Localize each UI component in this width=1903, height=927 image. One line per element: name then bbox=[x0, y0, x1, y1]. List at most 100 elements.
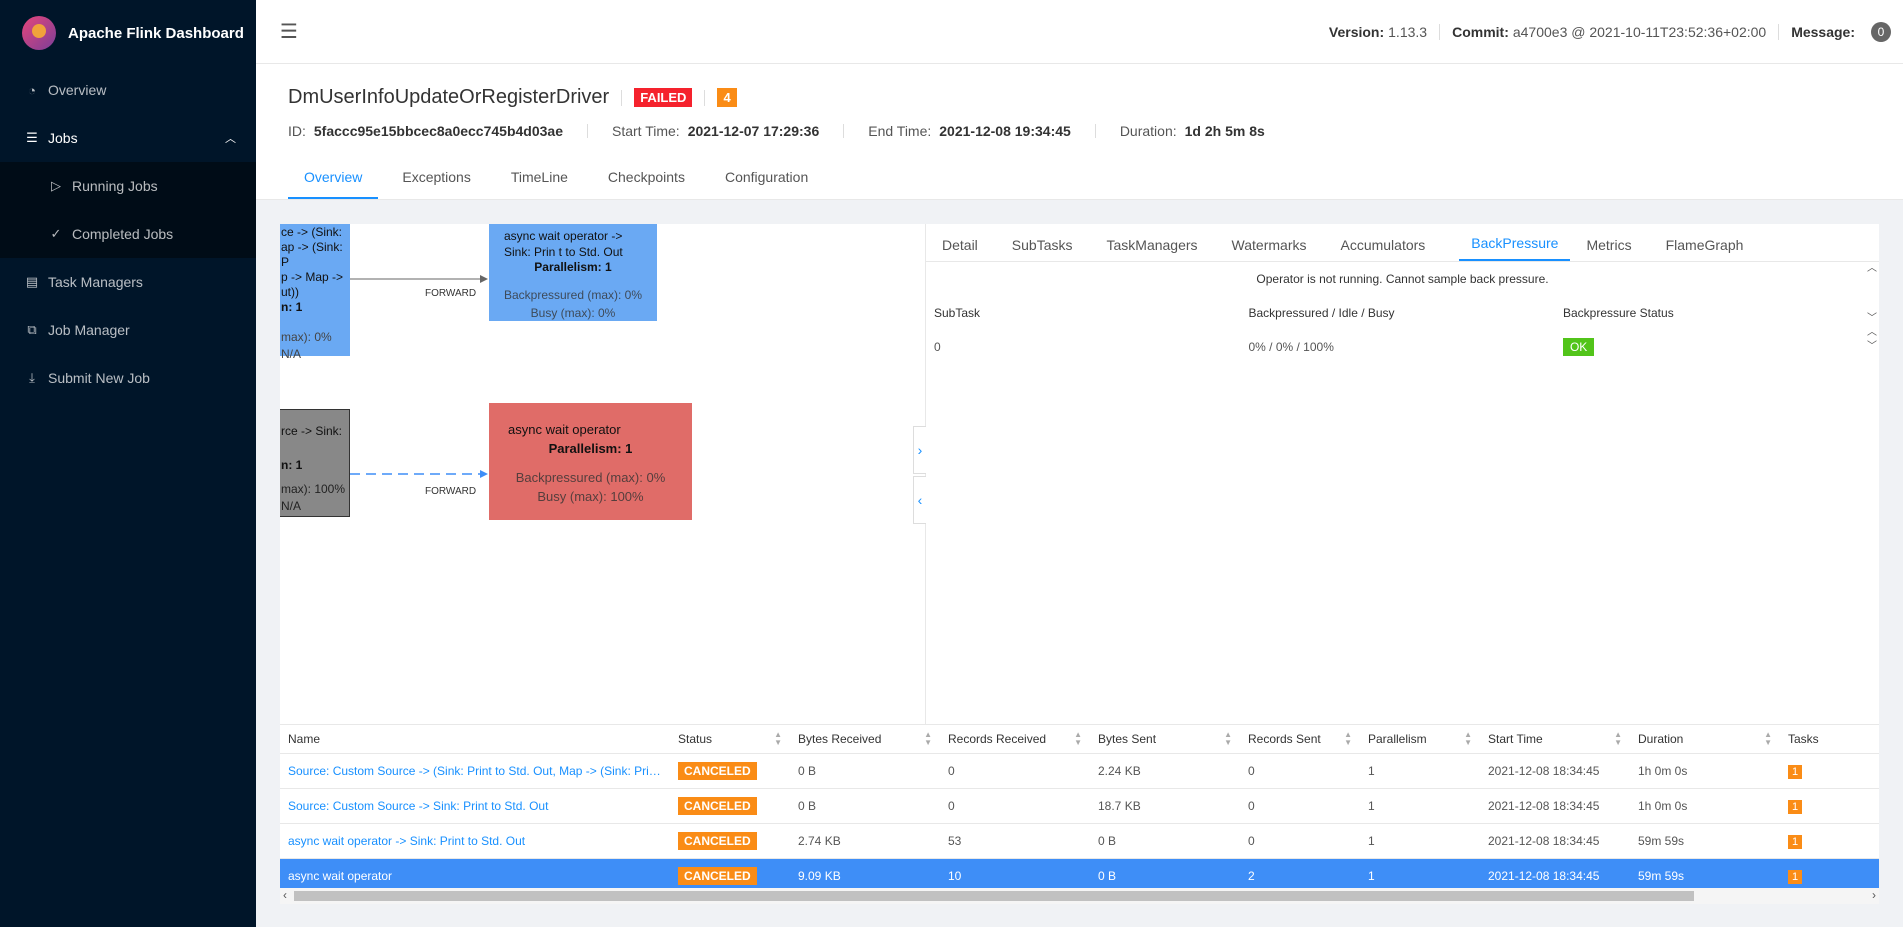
duration: 1d 2h 5m 8s bbox=[1184, 123, 1265, 139]
sort-icon: ▲ ▼ bbox=[1344, 730, 1352, 747]
horizontal-scrollbar[interactable]: ‹ › bbox=[280, 888, 1879, 904]
divider bbox=[704, 89, 706, 106]
job-name: DmUserInfoUpdateOrRegisterDriver bbox=[288, 86, 610, 108]
scroll-down-icon: ﹀ bbox=[1867, 313, 1877, 324]
message-badge[interactable]: 0 bbox=[1871, 21, 1891, 42]
column-header-duration[interactable]: Duration ▲ ▼ bbox=[1630, 725, 1780, 754]
sidebar-item-submit-new-job[interactable]: ⤓ Submit New Job bbox=[0, 354, 256, 402]
start-time: 2021-12-07 17:29:36 bbox=[687, 123, 820, 139]
sidebar-item-label: Running Jobs bbox=[72, 178, 158, 194]
version-value: 1.13.3 bbox=[1388, 23, 1428, 40]
node-text: ap -> (Sink: P bbox=[281, 240, 343, 269]
subtask-index: 0 bbox=[934, 340, 941, 354]
column-label: Records Received bbox=[948, 731, 1047, 746]
scroll-up-icon: ︿ bbox=[1867, 327, 1877, 338]
scroll-right-icon[interactable]: › bbox=[1872, 888, 1876, 902]
records-received: 0 bbox=[940, 753, 1090, 789]
tasks-badge: 1 bbox=[1788, 869, 1803, 884]
tab-taskmanagers[interactable]: TaskManagers bbox=[1107, 237, 1216, 261]
node-parallelism: Parallelism: 1 bbox=[548, 440, 633, 456]
logo[interactable]: Apache Flink Dashboard bbox=[0, 0, 256, 66]
task-count-badge: 4 bbox=[717, 88, 737, 107]
vertex-name[interactable]: async wait operator -> Sink: Print to St… bbox=[280, 823, 670, 859]
tab-timeline[interactable]: TimeLine bbox=[495, 169, 584, 199]
column-header-status[interactable]: Status ▲ ▼ bbox=[670, 725, 790, 754]
table-row[interactable]: async wait operator -> Sink: Print to St… bbox=[280, 823, 1879, 859]
tab-subtasks[interactable]: SubTasks bbox=[1012, 237, 1091, 261]
column-header-start-time[interactable]: Start Time ▲ ▼ bbox=[1480, 725, 1630, 754]
column-header-name[interactable]: Name bbox=[280, 725, 670, 754]
menu-fold-icon[interactable]: ☰ bbox=[280, 19, 298, 44]
vertex-name[interactable]: Source: Custom Source -> (Sink: Print to… bbox=[280, 753, 670, 789]
sidebar-item-label: Overview bbox=[48, 82, 107, 98]
sidebar-item-jobs[interactable]: ☰ Jobs ︿ bbox=[0, 114, 256, 162]
node-title: async wait operator -> Sink: Prin t to S… bbox=[504, 229, 623, 259]
start-time-label: Start Time: bbox=[612, 123, 680, 139]
vertices-table: Name Status ▲ ▼ Bytes Received ▲ ▼ Records R… bbox=[280, 725, 1879, 894]
tab-accumulators[interactable]: Accumulators bbox=[1340, 237, 1443, 261]
sidebar-item-task-managers[interactable]: ▤ Task Managers bbox=[0, 258, 256, 306]
tab-checkpoints[interactable]: Checkpoints bbox=[592, 169, 701, 199]
scroll-left-icon[interactable]: ‹ bbox=[283, 888, 287, 902]
tab-exceptions[interactable]: Exceptions bbox=[386, 169, 486, 199]
message-label: Message: bbox=[1791, 23, 1855, 40]
vertex-name[interactable]: Source: Custom Source -> Sink: Print to … bbox=[280, 788, 670, 824]
cluster-info: Version: 1.13.3 Commit: a4700e3 @ 2021-1… bbox=[1329, 21, 1891, 42]
sidebar-item-label: Completed Jobs bbox=[72, 226, 174, 242]
chevron-up-icon: ︿ bbox=[225, 133, 236, 145]
node-title: async wait operator bbox=[508, 422, 621, 437]
collapse-panel-button[interactable]: ‹ bbox=[913, 476, 927, 524]
column-header-bytes-sent[interactable]: Bytes Sent ▲ ▼ bbox=[1090, 725, 1240, 754]
tab-backpressure[interactable]: BackPressure bbox=[1459, 235, 1571, 261]
sort-icon: ▲ ▼ bbox=[774, 730, 782, 747]
sort-icon: ▲ ▼ bbox=[1764, 730, 1772, 747]
job-graph[interactable]: FORWARD FORWARD ce -> (Sink: ap -> (Sink… bbox=[280, 224, 926, 724]
node-text: ce -> (Sink: bbox=[281, 225, 343, 239]
sidebar-item-overview[interactable]: ◔ Overview bbox=[0, 66, 256, 114]
tab-flamegraph[interactable]: FlameGraph bbox=[1666, 237, 1762, 261]
header: ☰ Version: 1.13.3 Commit: a4700e3 @ 2021… bbox=[256, 0, 1903, 64]
sort-icon: ▲ ▼ bbox=[1224, 730, 1232, 747]
graph-node[interactable]: ce -> (Sink: ap -> (Sink: P p -> Map -> … bbox=[280, 224, 350, 361]
sidebar-item-job-manager[interactable]: ⧉ Job Manager bbox=[0, 306, 256, 354]
graph-node[interactable]: async wait operator -> Sink: Prin t to S… bbox=[489, 224, 657, 321]
node-busy: N/A bbox=[281, 346, 302, 361]
records-received: 53 bbox=[940, 823, 1090, 859]
scrollbar-thumb[interactable] bbox=[294, 891, 1694, 901]
edge-label: FORWARD bbox=[425, 288, 477, 299]
sort-icon: ▲ ▼ bbox=[1464, 730, 1472, 747]
tab-overview[interactable]: Overview bbox=[288, 169, 379, 199]
column-header-parallelism[interactable]: Parallelism ▲ ▼ bbox=[1360, 725, 1480, 754]
tab-watermarks[interactable]: Watermarks bbox=[1232, 237, 1325, 261]
node-backpressure: Backpressured (max): 0% bbox=[515, 469, 666, 485]
column-header-tasks[interactable]: Tasks bbox=[1780, 725, 1879, 754]
column-label: Tasks bbox=[1788, 731, 1819, 746]
graph-node[interactable]: rce -> Sink: n: 1 max): 100% N/A bbox=[280, 409, 350, 517]
node-backpressure: Backpressured (max): 0% bbox=[503, 288, 643, 303]
graph-node[interactable]: async wait operator Parallelism: 1 Backp… bbox=[489, 403, 692, 520]
table-row[interactable]: Source: Custom Source -> Sink: Print to … bbox=[280, 788, 1879, 824]
scroll-up-icon: ︿ bbox=[1867, 263, 1877, 274]
column-header-records-received[interactable]: Records Received ▲ ▼ bbox=[940, 725, 1090, 754]
sidebar-item-label: Job Manager bbox=[48, 322, 130, 338]
column-header-records-sent[interactable]: Records Sent ▲ ▼ bbox=[1240, 725, 1360, 754]
operator-detail-panel: Detail SubTasks TaskManagers Watermarks … bbox=[926, 224, 1879, 724]
tab-detail[interactable]: Detail bbox=[942, 237, 996, 261]
expand-panel-button[interactable]: › bbox=[913, 426, 927, 474]
tab-metrics[interactable]: Metrics bbox=[1586, 237, 1649, 261]
scrollbar[interactable]: ︿ ﹀ ︿ ﹀ bbox=[1867, 262, 1877, 354]
duration: 1h 0m 0s bbox=[1630, 788, 1780, 824]
records-sent: 0 bbox=[1240, 753, 1360, 789]
tasks-badge: 1 bbox=[1788, 834, 1803, 849]
column-header-bytes-received[interactable]: Bytes Received ▲ ▼ bbox=[790, 725, 940, 754]
bytes-received: 0 B bbox=[790, 753, 940, 789]
column-label: Bytes Sent bbox=[1098, 731, 1157, 746]
table-row[interactable]: Source: Custom Source -> (Sink: Print to… bbox=[280, 753, 1879, 789]
backpressure-ratio: 0% / 0% / 100% bbox=[1248, 340, 1334, 354]
tab-configuration[interactable]: Configuration bbox=[709, 169, 824, 199]
sidebar-item-completed-jobs[interactable]: ✓ Completed Jobs bbox=[0, 210, 256, 258]
app-title: Apache Flink Dashboard bbox=[68, 24, 244, 42]
sidebar-item-running-jobs[interactable]: ▷ Running Jobs bbox=[0, 162, 256, 210]
node-busy: Busy (max): 100% bbox=[537, 489, 644, 505]
duration-label: Duration: bbox=[1119, 123, 1177, 139]
